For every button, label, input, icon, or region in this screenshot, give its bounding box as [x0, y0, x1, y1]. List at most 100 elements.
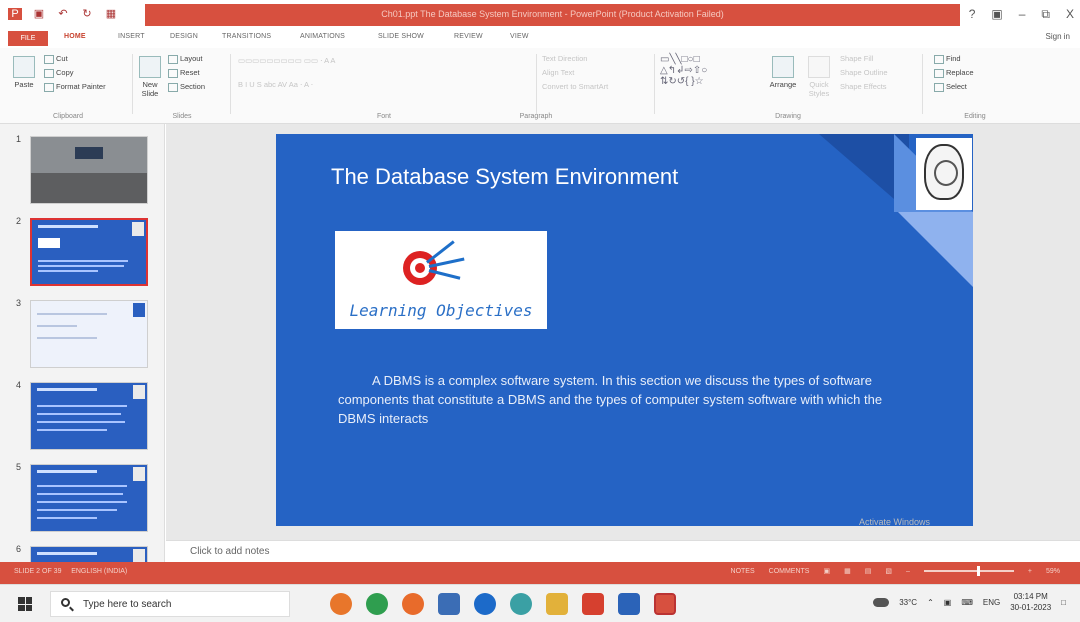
- firefox-icon[interactable]: [402, 593, 424, 615]
- zoom-app-icon[interactable]: [474, 593, 496, 615]
- slide-thumbnail[interactable]: [30, 136, 148, 204]
- weather-temperature[interactable]: 33°C: [899, 598, 917, 607]
- keyboard-icon[interactable]: ⌨: [961, 598, 973, 607]
- thumbnail-title-line: [38, 225, 98, 228]
- convert-smartart-button[interactable]: Convert to SmartArt: [542, 82, 608, 91]
- zoom-out-icon[interactable]: –: [906, 568, 910, 575]
- restore-button[interactable]: ⧉: [1041, 7, 1050, 22]
- copy-button[interactable]: Copy: [44, 68, 74, 78]
- notes-toggle[interactable]: NOTES: [731, 568, 755, 575]
- text-direction-button[interactable]: Text Direction: [542, 54, 587, 63]
- tray-chevron-icon[interactable]: ⌃: [927, 598, 934, 607]
- save-icon[interactable]: ▣: [32, 8, 46, 20]
- file-explorer-icon[interactable]: [438, 593, 460, 615]
- arrange-button[interactable]: Arrange: [766, 56, 800, 89]
- shape-effects-button[interactable]: Shape Effects: [840, 82, 887, 91]
- university-logo[interactable]: [916, 138, 972, 210]
- close-button[interactable]: X: [1066, 7, 1074, 22]
- learning-objectives-image[interactable]: Learning Objectives: [335, 231, 547, 329]
- taskbar-search-box[interactable]: Type here to search: [50, 591, 290, 617]
- start-slideshow-icon[interactable]: ▦: [104, 8, 118, 20]
- normal-view-icon[interactable]: ▣: [823, 567, 830, 575]
- edge-icon[interactable]: [510, 593, 532, 615]
- folder-icon[interactable]: [546, 593, 568, 615]
- slide-thumbnail[interactable]: [30, 546, 148, 562]
- comments-toggle[interactable]: COMMENTS: [769, 568, 810, 575]
- sign-in-link[interactable]: Sign in: [1046, 32, 1070, 41]
- thumbnail-logo: [133, 549, 145, 562]
- input-language[interactable]: ENG: [983, 598, 1000, 607]
- notifications-icon[interactable]: □: [1061, 598, 1066, 607]
- find-button[interactable]: Find: [934, 54, 961, 64]
- language-indicator[interactable]: ENGLISH (INDIA): [71, 568, 127, 575]
- clock[interactable]: 03:14 PM 30-01-2023: [1010, 591, 1051, 613]
- section-button[interactable]: Section: [168, 82, 205, 92]
- align-text-button[interactable]: Align Text: [542, 68, 574, 77]
- slideshow-view-icon[interactable]: ▧: [885, 567, 892, 575]
- convert-smartart-label: Convert to SmartArt: [542, 82, 609, 91]
- slide-title[interactable]: The Database System Environment: [331, 164, 678, 190]
- cut-button[interactable]: Cut: [44, 54, 68, 64]
- chrome-icon[interactable]: [366, 593, 388, 615]
- windows-taskbar: Type here to search 33°C ⌃ ▣ ⌨ ENG 03:14…: [0, 584, 1080, 622]
- search-placeholder: Type here to search: [83, 599, 172, 610]
- zoom-slider[interactable]: [923, 566, 1014, 576]
- zoom-level[interactable]: 59%: [1046, 568, 1060, 575]
- undo-icon[interactable]: ↶: [56, 8, 70, 20]
- zoom-slider-thumb[interactable]: [977, 566, 981, 576]
- font-format-buttons[interactable]: B I U S abc AV Aa ⋅ A ⋅: [238, 80, 313, 89]
- current-slide[interactable]: The Database System Environment Learning…: [276, 134, 973, 526]
- chrome-canary-icon[interactable]: [330, 593, 352, 615]
- format-painter-label: Format Painter: [56, 82, 106, 91]
- slide-thumbnail[interactable]: [30, 382, 148, 450]
- help-icon[interactable]: ?: [969, 7, 976, 22]
- title-bar: P ▣ ↶ ↻ ▦ Ch01.ppt The Database System E…: [0, 0, 1080, 30]
- zoom-in-icon[interactable]: +: [1028, 568, 1032, 575]
- slide-thumbnail-selected[interactable]: [30, 218, 148, 286]
- select-button[interactable]: Select: [934, 82, 967, 92]
- reset-button[interactable]: Reset: [168, 68, 200, 78]
- paste-button[interactable]: Paste: [10, 56, 38, 89]
- notes-placeholder[interactable]: Click to add notes: [190, 546, 270, 557]
- ribbon: Paste Cut Copy Format Painter Clipboard …: [0, 48, 1080, 124]
- tab-slide-show[interactable]: SLIDE SHOW: [378, 33, 424, 40]
- tab-view[interactable]: VIEW: [510, 33, 529, 40]
- tab-home[interactable]: HOME: [64, 33, 86, 40]
- slide-editor[interactable]: The Database System Environment Learning…: [166, 124, 1080, 562]
- new-slide-button[interactable]: New Slide: [136, 56, 164, 98]
- section-label: Section: [180, 82, 206, 91]
- minimize-button[interactable]: –: [1019, 7, 1026, 22]
- tab-file[interactable]: FILE: [8, 31, 48, 46]
- notes-pane[interactable]: Click to add notes: [166, 540, 1080, 562]
- shape-fill-button[interactable]: Shape Fill: [840, 54, 873, 63]
- redo-icon[interactable]: ↻: [80, 8, 94, 20]
- drawing-group: ▭╲╲□○□ △↰↲⇨⇧○ ⇅↻↺{ }☆ Arrange Quick Styles…: [658, 50, 918, 122]
- ribbon-display-options-icon[interactable]: ▣: [991, 7, 1002, 22]
- tab-transitions[interactable]: TRANSITIONS: [222, 33, 271, 40]
- tab-animations[interactable]: ANIMATIONS: [300, 33, 345, 40]
- word-icon[interactable]: [618, 593, 640, 615]
- tab-insert[interactable]: INSERT: [118, 33, 145, 40]
- format-painter-button[interactable]: Format Painter: [44, 82, 106, 92]
- slide-thumbnail[interactable]: [30, 300, 148, 368]
- layout-button[interactable]: Layout: [168, 54, 203, 64]
- windows-start-icon[interactable]: [18, 597, 32, 611]
- reading-view-icon[interactable]: ▤: [865, 567, 872, 575]
- shape-outline-button[interactable]: Shape Outline: [840, 68, 888, 77]
- thumbnail-logo: [133, 467, 145, 481]
- font-name-box[interactable]: ▭▭▭▭▭▭▭▭▭ ▭▭ ⋅ A A: [238, 56, 335, 65]
- university-crest-icon: [924, 144, 964, 200]
- shapes-gallery[interactable]: ▭╲╲□○□ △↰↲⇨⇧○ ⇅↻↺{ }☆: [660, 54, 707, 87]
- slide-thumbnail[interactable]: [30, 464, 148, 532]
- tab-review[interactable]: REVIEW: [454, 33, 483, 40]
- tab-design[interactable]: DESIGN: [170, 33, 198, 40]
- network-icon[interactable]: ▣: [944, 598, 952, 607]
- pdf-reader-icon[interactable]: [582, 593, 604, 615]
- slide-thumbnails-panel[interactable]: 1 2 3 4 5 6: [0, 124, 165, 562]
- slide-body-text[interactable]: A DBMS is a complex software system. In …: [338, 371, 918, 428]
- powerpoint-taskbar-icon[interactable]: [654, 593, 676, 615]
- thumbnail-text-line: [37, 421, 125, 423]
- quick-styles-button[interactable]: Quick Styles: [804, 56, 834, 98]
- replace-button[interactable]: Replace: [934, 68, 974, 78]
- slide-sorter-icon[interactable]: ▦: [844, 567, 851, 575]
